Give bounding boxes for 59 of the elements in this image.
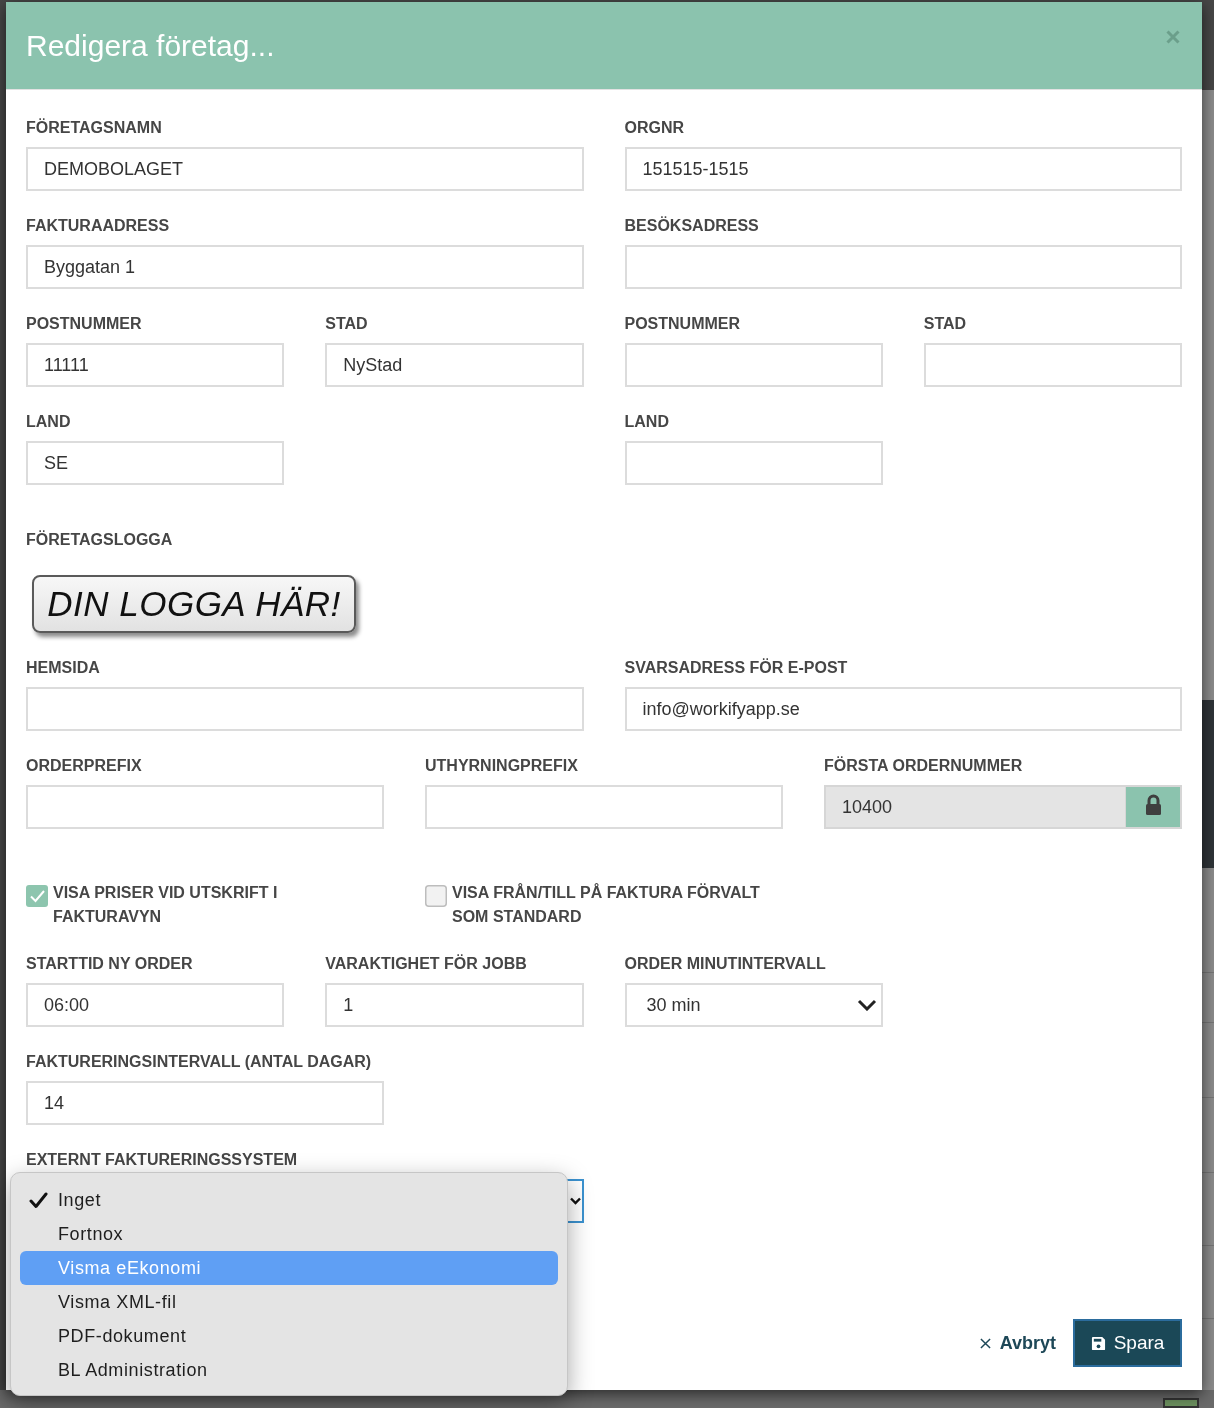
- text-field[interactable]: [624, 343, 883, 387]
- field-label: STARTTID NY ORDER: [26, 954, 194, 974]
- background-tile: [1163, 1398, 1199, 1408]
- field-label: LAND: [26, 412, 72, 432]
- dropdown[interactable]: 30 min: [624, 983, 883, 1027]
- field-label: POSTNUMMER: [26, 314, 143, 334]
- text-field[interactable]: NyStad: [325, 343, 584, 387]
- field-label: POSTNUMMER: [624, 314, 742, 334]
- text-field[interactable]: info@workifyapp.se: [624, 687, 1182, 731]
- cancel-button[interactable]: Avbryt: [979, 1331, 1056, 1355]
- field-label: STAD: [325, 314, 369, 334]
- logo-text: DIN LOGGA HÄR!: [47, 584, 341, 624]
- field-label: SVARSADRESS FÖR E-POST: [624, 658, 849, 678]
- text-field[interactable]: 10400: [824, 785, 1125, 829]
- text-field[interactable]: [923, 343, 1182, 387]
- field-label: FÖRETAGSLOGGA: [26, 530, 174, 550]
- field-label: FAKTURERINGSINTERVALL (ANTAL DAGAR): [26, 1052, 373, 1072]
- field-label: ORDERPREFIX: [26, 756, 143, 776]
- menu-item[interactable]: PDF-dokument: [20, 1319, 558, 1353]
- field-label: FAKTURAADRESS: [26, 216, 171, 236]
- text-field[interactable]: Byggatan 1: [26, 245, 584, 289]
- menu-item[interactable]: BL Administration: [20, 1353, 558, 1387]
- close-icon[interactable]: [1166, 30, 1180, 44]
- close-icon: [979, 1337, 991, 1349]
- chevron-down-icon: [856, 999, 877, 1011]
- text-field[interactable]: [624, 441, 883, 485]
- text-field[interactable]: DEMOBOLAGET: [26, 147, 584, 191]
- save-button[interactable]: Spara: [1073, 1319, 1182, 1367]
- text-field[interactable]: 14: [26, 1081, 384, 1125]
- dialog-title: Redigera företag...: [26, 27, 275, 64]
- field-label: BESÖKSADRESS: [624, 216, 760, 236]
- text-field[interactable]: [425, 785, 783, 829]
- text-field[interactable]: [26, 687, 584, 731]
- field-label: STAD: [923, 314, 968, 334]
- text-field[interactable]: [624, 245, 1182, 289]
- field-label: VARAKTIGHET FÖR JOBB: [325, 954, 528, 974]
- field-label: FÖRSTA ORDERNUMMER: [824, 756, 1024, 776]
- text-field[interactable]: 11111: [26, 343, 285, 387]
- menu-item[interactable]: Inget: [20, 1183, 558, 1217]
- field-label: HEMSIDA: [26, 658, 101, 678]
- checkbox-label: VISA PRISER VID UTSKRIFT I FAKTURAVYN: [53, 883, 279, 927]
- text-field[interactable]: [26, 785, 384, 829]
- field-label: UTHYRNINGPREFIX: [425, 756, 579, 776]
- field-label: FÖRETAGSNAMN: [26, 118, 163, 138]
- text-field[interactable]: 06:00: [26, 983, 285, 1027]
- field-label: ORDER MINUTINTERVALL: [624, 954, 827, 974]
- lock-icon[interactable]: [1125, 785, 1182, 829]
- chevron-down-icon: [569, 1197, 581, 1205]
- text-field[interactable]: SE: [26, 441, 285, 485]
- field-label: LAND: [624, 412, 670, 432]
- field-label: ORGNR: [624, 118, 686, 138]
- text-field[interactable]: 1: [325, 983, 584, 1027]
- checkbox[interactable]: [26, 885, 48, 907]
- checkbox[interactable]: [425, 885, 447, 907]
- menu-item[interactable]: Visma XML-fil: [20, 1285, 558, 1319]
- field-label: EXTERNT FAKTURERINGSSYSTEM: [26, 1150, 299, 1170]
- menu-item[interactable]: Fortnox: [20, 1217, 558, 1251]
- checkbox-label: VISA FRÅN/TILL PÅ FAKTURA FÖRVALT SOM STANDARD: [452, 882, 761, 927]
- text-field[interactable]: 151515-1515: [624, 147, 1182, 191]
